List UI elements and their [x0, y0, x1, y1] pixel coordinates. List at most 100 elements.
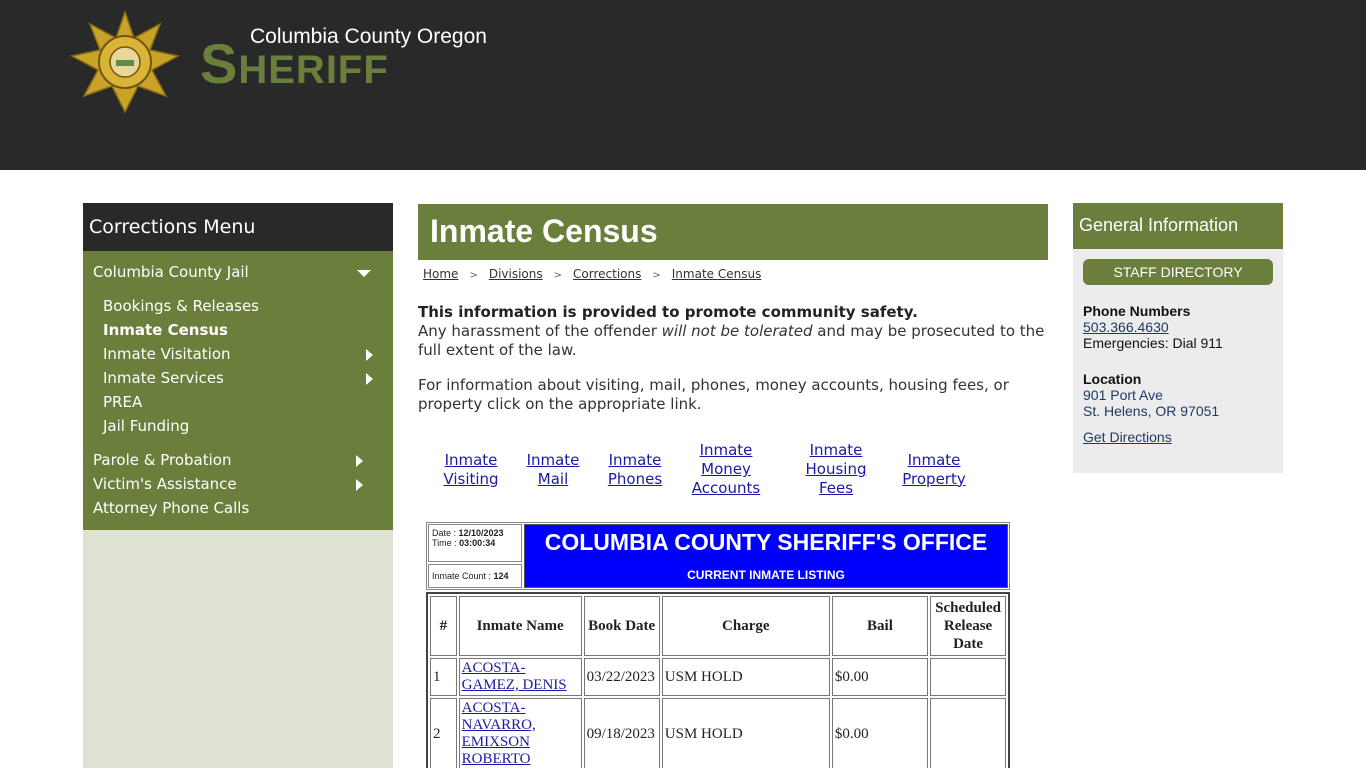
chevron-right-icon[interactable]: [366, 373, 373, 385]
breadcrumb-separator: >: [469, 270, 478, 281]
listing-meta: Date : 12/10/2023 Time : 03:00:34 Inmate…: [428, 524, 522, 588]
link-line: Phones: [607, 469, 663, 488]
col-charge: Charge: [661, 596, 830, 656]
count-label: Inmate Count :: [432, 571, 494, 581]
row-charge: USM HOLD: [661, 658, 830, 696]
col-book-date: Book Date: [583, 596, 660, 656]
link-line: Visiting: [443, 469, 499, 488]
listing-date: 12/10/2023: [458, 528, 504, 538]
row-bail: $0.00: [831, 658, 929, 696]
location-block: Location 901 Port Ave St. Helens, OR 970…: [1083, 371, 1273, 445]
corrections-menu: Columbia County Jail Bookings & Releases…: [83, 251, 393, 530]
site-title-rest: HERIFF: [238, 48, 389, 92]
safety-notice: This information is provided to promote …: [418, 303, 1048, 360]
time-label: Time :: [432, 538, 460, 548]
sidebar-item-jail-funding[interactable]: Jail Funding: [83, 414, 393, 438]
sidebar-title: Corrections Menu: [83, 203, 393, 251]
row-number: 1: [430, 658, 457, 696]
chevron-right-icon[interactable]: [366, 349, 373, 361]
inmate-name-link[interactable]: ACOSTA-NAVARRO, EMIXSON ROBERTO: [462, 700, 536, 767]
breadcrumb: Home > Divisions > Corrections > Inmate Census: [418, 267, 1048, 281]
links-instruction: For information about visiting, mail, ph…: [418, 376, 1009, 413]
row-release-date: [930, 658, 1006, 696]
site-header: Columbia County Oregon SHERIFF: [0, 0, 1366, 170]
quick-links: Inmate Visiting Inmate Mail Inmate Phones I…: [418, 441, 1048, 498]
breadcrumb-home[interactable]: Home: [423, 267, 458, 281]
inmate-name-link[interactable]: ACOSTA-GAMEZ, DENIS: [462, 660, 567, 693]
phone-block: Phone Numbers 503.366.4630 Emergencies: …: [1083, 303, 1273, 351]
sidebar-item-parole-probation[interactable]: Parole & Probation: [83, 448, 393, 472]
link-inmate-property[interactable]: Inmate Property: [898, 451, 970, 489]
listing-header: Date : 12/10/2023 Time : 03:00:34 Inmate…: [426, 522, 1010, 590]
row-charge: USM HOLD: [661, 698, 830, 768]
listing-time: 03:00:34: [459, 538, 496, 548]
sidebar-item-label: Jail Funding: [103, 417, 190, 435]
col-release-date: Scheduled Release Date: [930, 596, 1006, 656]
chevron-right-icon[interactable]: [356, 479, 363, 491]
page-title: Inmate Census: [418, 204, 1048, 260]
link-inmate-housing-fees[interactable]: Inmate Housing Fees: [801, 441, 871, 498]
sidebar-item-prea[interactable]: PREA: [83, 390, 393, 414]
sidebar-item-label: Victim's Assistance: [93, 475, 237, 493]
link-line: Inmate: [907, 450, 961, 469]
link-inmate-money-accounts[interactable]: Inmate Money Accounts: [686, 441, 766, 498]
link-inmate-mail[interactable]: Inmate Mail: [522, 451, 584, 489]
chevron-down-icon[interactable]: [357, 270, 371, 277]
link-line: Money: [701, 460, 751, 478]
row-release-date: [930, 698, 1006, 768]
sidebar-item-columbia-county-jail[interactable]: Columbia County Jail: [83, 260, 393, 284]
link-line: Inmate: [809, 441, 863, 459]
sidebar-item-inmate-visitation[interactable]: Inmate Visitation: [83, 342, 393, 366]
table-row: 2 ACOSTA-NAVARRO, EMIXSON ROBERTO 09/18/…: [430, 698, 1006, 768]
link-inmate-phones[interactable]: Inmate Phones: [604, 451, 666, 489]
breadcrumb-inmate-census[interactable]: Inmate Census: [672, 267, 762, 281]
sidebar-item-inmate-census[interactable]: Inmate Census: [83, 318, 393, 342]
inmate-table: # Inmate Name Book Date Charge Bail Sche…: [426, 592, 1010, 768]
sidebar-item-label: Inmate Census: [103, 321, 228, 339]
breadcrumb-corrections[interactable]: Corrections: [573, 267, 641, 281]
chevron-right-icon[interactable]: [356, 455, 363, 467]
general-information-panel: General Information STAFF DIRECTORY Phon…: [1073, 203, 1283, 473]
row-bail: $0.00: [831, 698, 929, 768]
sidebar-item-bookings-releases[interactable]: Bookings & Releases: [83, 294, 393, 318]
breadcrumb-separator: >: [652, 270, 661, 281]
sidebar-item-label: Attorney Phone Calls: [93, 499, 250, 517]
sidebar-item-label: Columbia County Jail: [93, 263, 249, 281]
breadcrumb-separator: >: [553, 270, 563, 281]
emergency-text: Emergencies: Dial 911: [1083, 335, 1223, 351]
link-line: Property: [902, 469, 966, 488]
location-heading: Location: [1083, 371, 1142, 387]
sidebar-item-inmate-services[interactable]: Inmate Services: [83, 366, 393, 390]
sidebar-item-attorney-phone-calls[interactable]: Attorney Phone Calls: [83, 496, 393, 520]
intro-text: This information is provided to promote …: [418, 303, 1048, 414]
row-name-cell: ACOSTA-NAVARRO, EMIXSON ROBERTO: [458, 698, 582, 768]
row-number: 2: [430, 698, 457, 768]
inmate-listing: Date : 12/10/2023 Time : 03:00:34 Inmate…: [426, 522, 1010, 768]
row-book-date: 03/22/2023: [583, 658, 660, 696]
date-label: Date :: [432, 528, 459, 538]
banner-subtitle: CURRENT INMATE LISTING: [687, 568, 845, 582]
table-row: 1 ACOSTA-GAMEZ, DENIS 03/22/2023 USM HOL…: [430, 658, 1006, 696]
link-line: Housing: [805, 460, 867, 478]
col-number: #: [430, 596, 457, 656]
sidebar-item-victims-assistance[interactable]: Victim's Assistance: [83, 472, 393, 496]
address-line-1: 901 Port Ave: [1083, 387, 1163, 403]
row-name-cell: ACOSTA-GAMEZ, DENIS: [458, 658, 582, 696]
breadcrumb-divisions[interactable]: Divisions: [489, 267, 543, 281]
get-directions-link[interactable]: Get Directions: [1083, 429, 1273, 445]
link-inmate-visiting[interactable]: Inmate Visiting: [440, 451, 502, 489]
col-bail: Bail: [831, 596, 929, 656]
link-line: Inmate: [444, 450, 498, 469]
inmate-count: Inmate Count : 124: [428, 564, 522, 588]
phone-link[interactable]: 503.366.4630: [1083, 319, 1169, 335]
staff-directory-button[interactable]: STAFF DIRECTORY: [1083, 259, 1273, 285]
link-line: Mail: [537, 469, 569, 488]
listing-banner: COLUMBIA COUNTY SHERIFF'S OFFICE CURRENT…: [524, 524, 1008, 588]
site-title[interactable]: SHERIFF: [200, 34, 389, 100]
sidebar-item-label: Parole & Probation: [93, 451, 232, 469]
sidebar-item-label: Bookings & Releases: [103, 297, 259, 315]
sheriff-badge-icon[interactable]: [70, 10, 180, 114]
table-header-row: # Inmate Name Book Date Charge Bail Sche…: [430, 596, 1006, 656]
row-book-date: 09/18/2023: [583, 698, 660, 768]
listing-datetime: Date : 12/10/2023 Time : 03:00:34: [428, 524, 522, 562]
